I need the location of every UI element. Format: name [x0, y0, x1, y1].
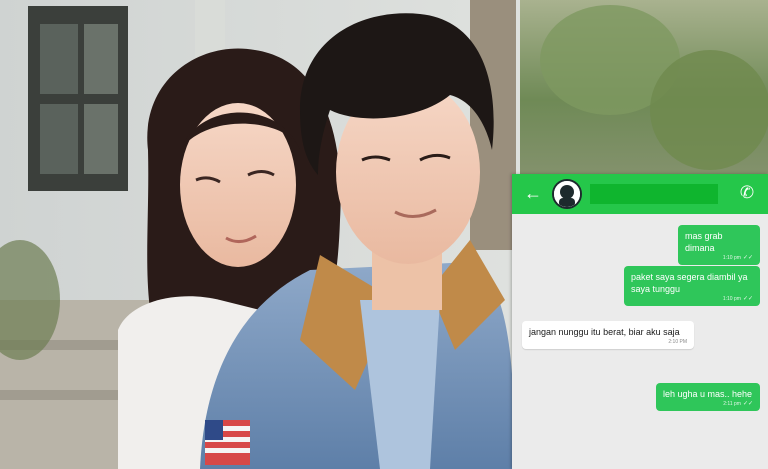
message-text: mas grab dimana — [685, 231, 723, 253]
message-time: 1:10 pm — [722, 255, 741, 261]
meme-composite: ← ✆ mas grab dimana 1:10 pm ✓✓ paket saya… — [0, 0, 768, 469]
message-bubble: leh ugha u mas.. hehe 2:11 pm ✓✓ — [656, 383, 760, 411]
message-time: 2:10 PM — [668, 339, 687, 345]
message-bubble: jangan nunggu itu berat, biar aku saja 2… — [522, 321, 694, 349]
message-time: 1:10 pm — [722, 296, 741, 302]
chat-screenshot: ← ✆ mas grab dimana 1:10 pm ✓✓ paket saya… — [512, 174, 768, 469]
message-text: leh ugha u mas.. hehe — [663, 389, 753, 399]
message-bubble: mas grab dimana 1:10 pm ✓✓ — [678, 225, 760, 265]
message-text: jangan nunggu itu berat, biar aku saja — [529, 327, 680, 337]
double-check-icon: ✓✓ — [742, 255, 753, 261]
double-check-icon: ✓✓ — [742, 401, 753, 407]
avatar-silhouette — [554, 181, 580, 207]
message-time: 2:11 pm — [723, 401, 741, 407]
phone-icon[interactable]: ✆ — [736, 182, 758, 204]
arrow-left-icon[interactable]: ← — [522, 182, 544, 204]
avatar[interactable] — [552, 179, 582, 209]
message-bubble: paket saya segera diambil ya saya tunggu… — [624, 266, 760, 306]
chat-header: ← ✆ — [512, 174, 768, 214]
message-text: paket saya segera diambil ya saya tunggu — [631, 272, 748, 294]
double-check-icon: ✓✓ — [742, 296, 753, 302]
contact-name-redacted — [590, 184, 718, 204]
